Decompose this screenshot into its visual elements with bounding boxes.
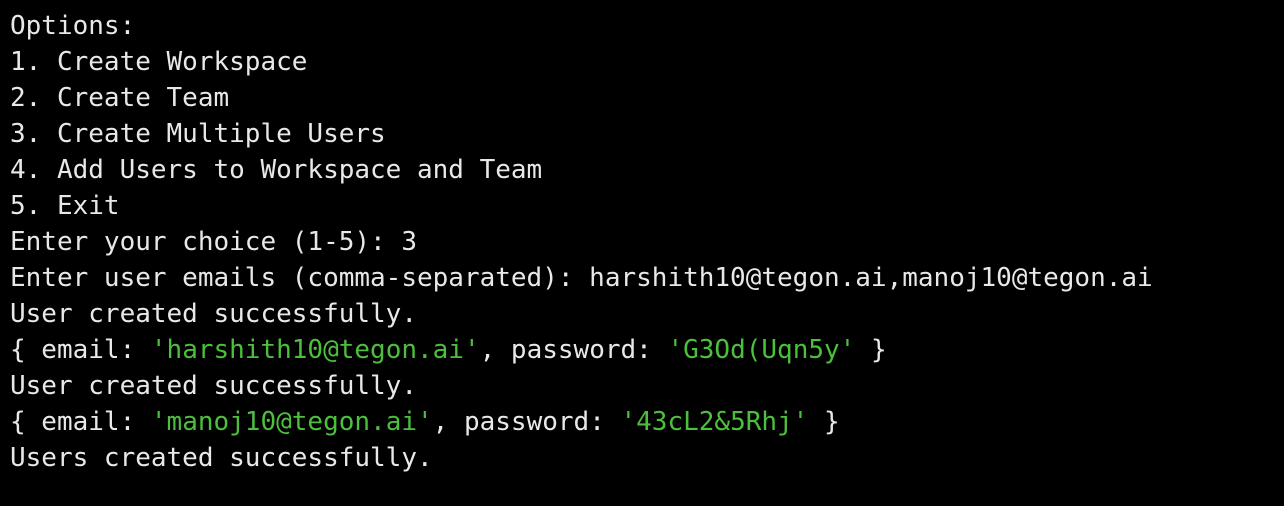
menu-item-create-workspace: 1. Create Workspace <box>10 47 308 77</box>
menu-item-create-multiple-users: 3. Create Multiple Users <box>10 119 386 149</box>
user-record-2: { email: 'manoj10@tegon.ai', password: '… <box>10 404 1284 440</box>
users-created-final: Users created successfully. <box>10 443 433 473</box>
emails-prompt: Enter user emails (comma-separated): har… <box>10 263 1153 293</box>
record-email: 'manoj10@tegon.ai' <box>150 407 433 437</box>
menu-item-add-users: 4. Add Users to Workspace and Team <box>10 155 543 185</box>
choice-prompt: Enter your choice (1-5): 3 <box>10 227 417 257</box>
record-close: } <box>855 335 887 365</box>
record-open: { email: <box>10 407 151 437</box>
menu-item-create-team: 2. Create Team <box>10 83 230 113</box>
menu-item-exit: 5. Exit <box>10 191 120 221</box>
record-separator: , password: <box>479 335 668 365</box>
record-open: { email: <box>10 335 151 365</box>
user-created-status-1: User created successfully. <box>10 299 417 329</box>
user-created-status-2: User created successfully. <box>10 371 417 401</box>
record-separator: , password: <box>432 407 621 437</box>
record-password: '43cL2&5Rhj' <box>620 407 809 437</box>
user-record-1: { email: 'harshith10@tegon.ai', password… <box>10 332 1284 368</box>
record-email: 'harshith10@tegon.ai' <box>150 335 480 365</box>
record-password: 'G3Od(Uqn5y' <box>667 335 856 365</box>
terminal-window[interactable]: Options: 1. Create Workspace 2. Create T… <box>0 0 1284 506</box>
options-heading: Options: <box>10 11 136 41</box>
record-close: } <box>808 407 840 437</box>
